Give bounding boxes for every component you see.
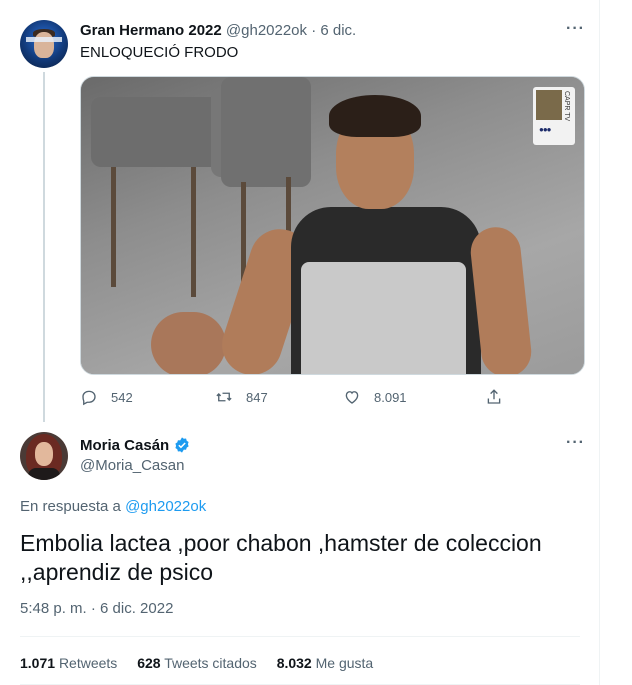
retweet-count: 847: [246, 389, 268, 405]
tweet2-name-text: Moria Casán: [80, 436, 170, 454]
media-person-hair: [329, 95, 421, 137]
tweet1-text: ENLOQUECIÓ FRODO: [80, 44, 239, 61]
media-logo-circles-icon: ●●●: [539, 125, 551, 134]
likes-stat[interactable]: 8.032 Me gusta: [277, 655, 374, 671]
heart-icon: [345, 391, 359, 404]
reply-count: 542: [111, 389, 133, 405]
media-chair: [91, 97, 231, 167]
reply-button[interactable]: 542: [80, 388, 133, 406]
thread-connector-line: [43, 72, 45, 422]
tweet-thread: Gran Hermano 2022 @gh2022ok · 6 dic. ···…: [0, 0, 600, 685]
more-dots-icon[interactable]: ···: [566, 20, 585, 38]
share-button[interactable]: [485, 388, 516, 406]
quotes-value: 628: [137, 655, 161, 671]
tweet1-action-bar: 542 847 8.091: [80, 388, 510, 408]
tweet2-stats: 1.071 Retweets 628 Tweets citados 8.032 …: [20, 655, 389, 671]
tweet1-display-name[interactable]: Gran Hermano 2022: [80, 22, 222, 39]
media-chair-leg: [111, 167, 116, 287]
tweet2-handle[interactable]: @Moria_Casan: [80, 457, 184, 474]
quotes-stat[interactable]: 628 Tweets citados: [137, 655, 257, 671]
more-dots-icon[interactable]: ···: [566, 434, 585, 452]
like-count: 8.091: [374, 389, 407, 405]
media-chair-leg: [286, 177, 291, 237]
likes-value: 8.032: [276, 655, 312, 671]
avatar-gran-hermano[interactable]: [20, 20, 68, 68]
avatar-face: [35, 442, 53, 466]
share-icon: [487, 389, 501, 404]
reply-icon: [82, 390, 96, 406]
tweet2-timestamp[interactable]: 5:48 p. m. · 6 dic. 2022: [20, 600, 173, 617]
quotes-label: Tweets citados: [164, 655, 257, 671]
divider: [20, 636, 580, 637]
like-button[interactable]: 8.091: [343, 388, 407, 406]
reply-mention-link[interactable]: @gh2022ok: [125, 498, 206, 515]
avatar-body: [28, 468, 60, 480]
reply-context: En respuesta a @gh2022ok: [20, 498, 206, 515]
likes-label: Me gusta: [315, 655, 374, 671]
media-person-shirt-stripe: [301, 262, 466, 374]
tweet1-handle-date[interactable]: @gh2022ok · 6 dic.: [226, 22, 356, 39]
media-channel-logo: CAPR TV ●●●: [533, 87, 575, 145]
retweet-button[interactable]: 847: [215, 388, 268, 406]
reply-prefix: En respuesta a: [20, 498, 121, 515]
retweets-value: 1.071: [20, 655, 56, 671]
retweets-stat[interactable]: 1.071 Retweets: [20, 655, 117, 671]
media-person-knee: [151, 312, 226, 374]
retweet-icon: [216, 392, 232, 402]
media-chair-leg: [191, 167, 196, 297]
retweets-label: Retweets: [58, 655, 118, 671]
media-logo-picture: [536, 90, 562, 120]
verified-badge-icon: [175, 437, 189, 453]
tweet2-display-name[interactable]: Moria Casán: [80, 436, 191, 454]
tweet1-video-thumbnail[interactable]: CAPR TV ●●●: [80, 76, 585, 375]
avatar-moria-casan[interactable]: [20, 432, 68, 480]
tweet2-text: Embolia lactea ,poor chabon ,hamster de …: [20, 530, 542, 585]
avatar-logo-band: [26, 37, 62, 42]
media-chair: [221, 77, 311, 187]
tweet1-header: Gran Hermano 2022 @gh2022ok · 6 dic.: [80, 22, 356, 39]
media-logo-text: CAPR TV: [563, 91, 570, 122]
avatar-face: [34, 32, 54, 58]
